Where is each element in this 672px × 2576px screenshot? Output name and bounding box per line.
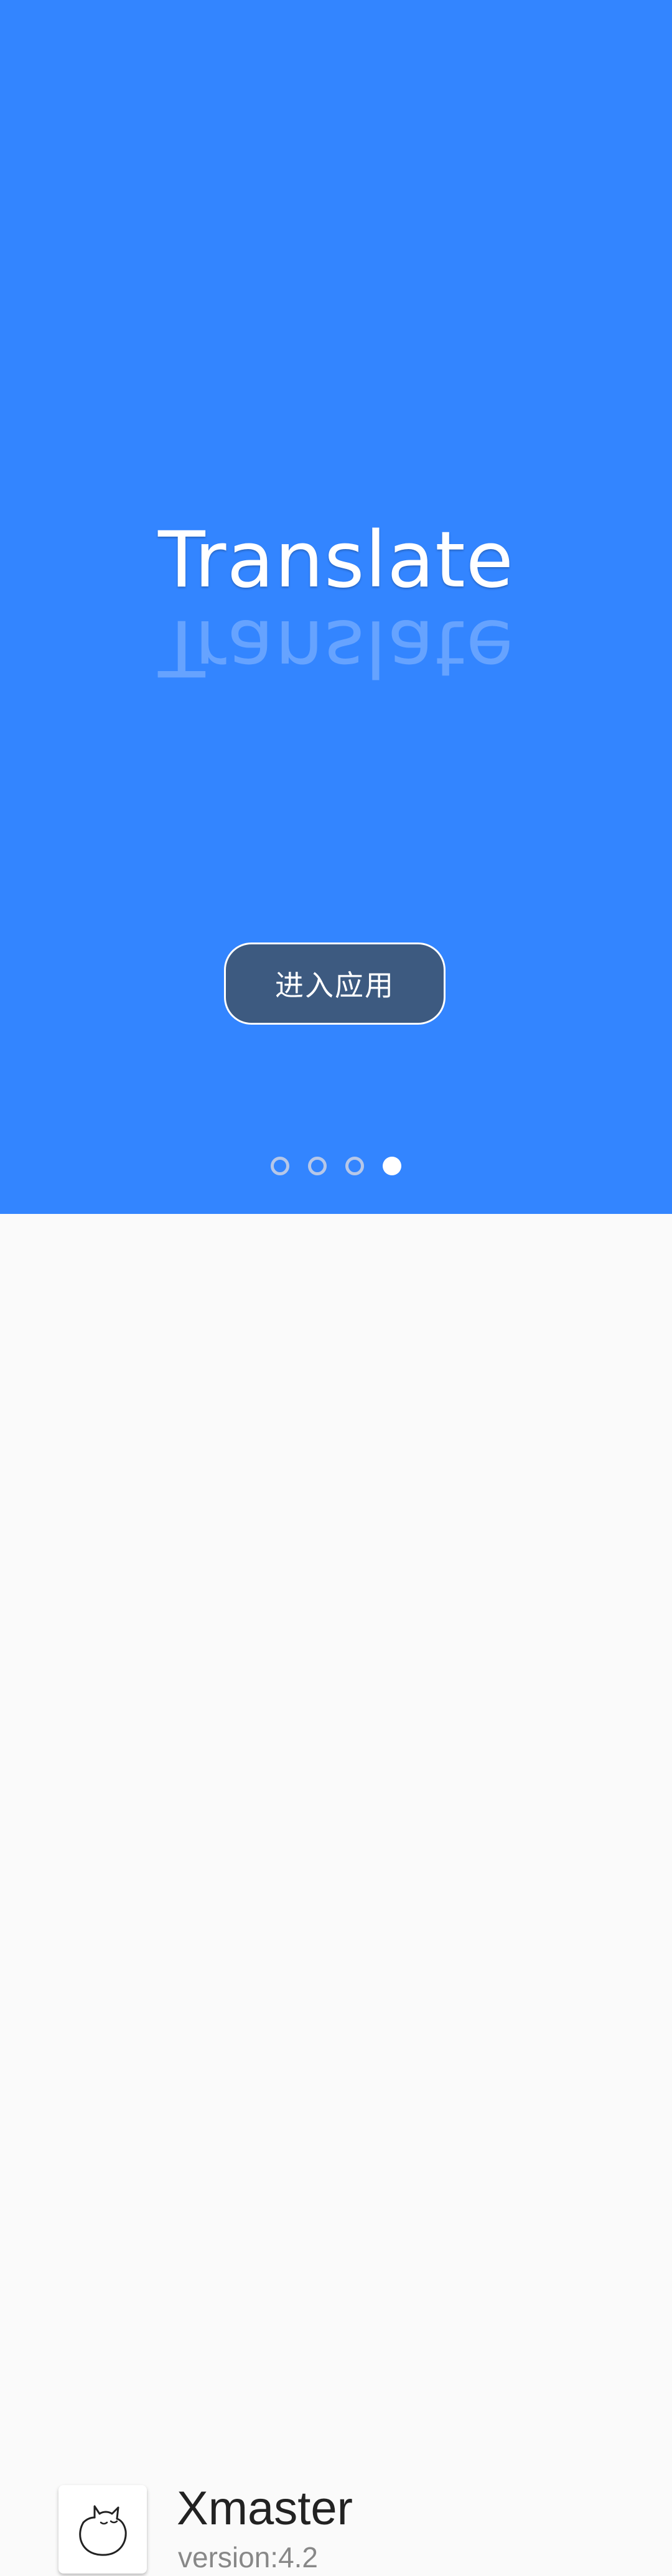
page-dot-4-active[interactable] [383,1157,401,1175]
page-headline: Translate [157,515,515,605]
page-dot-2[interactable] [308,1157,327,1175]
page-dot-3[interactable] [345,1157,364,1175]
page-dot-1[interactable] [271,1157,289,1175]
app-footer: Xmaster version:4.2 [0,1214,672,2574]
enter-app-button[interactable]: 进入应用 [224,942,446,1025]
headline-reflection: Translate [157,603,515,692]
page-indicator [0,1157,672,1175]
app-name: Xmaster [177,2482,353,2535]
sleeping-cat-icon [58,2485,147,2574]
onboarding-hero: Translate Translate 进入应用 [0,0,672,1214]
app-version: version:4.2 [178,2541,319,2574]
